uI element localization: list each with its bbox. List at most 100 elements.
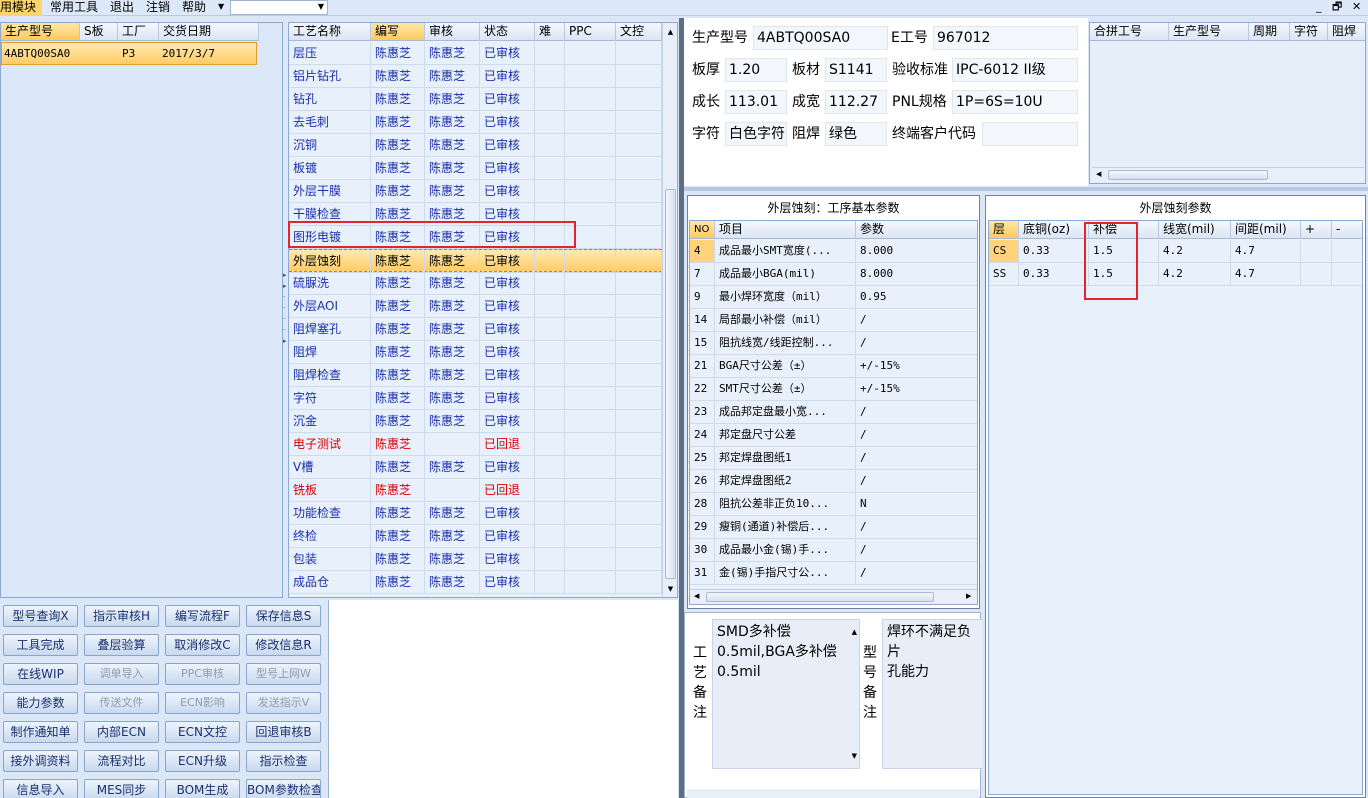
col-item[interactable]: 项目 (715, 221, 856, 239)
table-row[interactable]: 31 金(锡)手指尺寸公... / (690, 562, 977, 585)
col-minus[interactable]: - (1332, 221, 1362, 239)
scrollbar-thumb[interactable] (1108, 170, 1268, 180)
table-row[interactable]: 硫脲洗 陈惠芝 陈惠芝 已审核 (289, 272, 662, 295)
table-row[interactable]: 23 成品邦定盘最小宽... / (690, 401, 977, 424)
instruction-check-button[interactable]: 指示检查 (246, 750, 321, 772)
col-spacing[interactable]: 间距(mil) (1231, 221, 1301, 239)
table-row[interactable]: 22 SMT尺寸公差（±） +/-15% (690, 378, 977, 401)
stack-verify-button[interactable]: 叠层验算 (84, 634, 159, 656)
table-row[interactable]: 钻孔 陈惠芝 陈惠芝 已审核 (289, 88, 662, 111)
save-info-button[interactable]: 保存信息S (246, 605, 321, 627)
table-row[interactable]: 字符 陈惠芝 陈惠芝 已审核 (289, 387, 662, 410)
toolbar-combo[interactable]: ▼ (230, 0, 328, 15)
col-model[interactable]: 生产型号 (1, 23, 80, 41)
table-row[interactable]: 4ABTQ00SA0 P3 2017/3/7 (1, 42, 257, 65)
table-row[interactable]: 26 邦定焊盘图纸2/ (690, 470, 977, 493)
field-pnl[interactable]: 1P=6S=10U (952, 90, 1078, 114)
scroll-down-icon[interactable]: ▼ (852, 746, 857, 766)
table-row[interactable]: 沉铜 陈惠芝 陈惠芝 已审核 (289, 134, 662, 157)
table-row[interactable]: 阻焊塞孔 陈惠芝 陈惠芝 已审核 (289, 318, 662, 341)
table-row[interactable]: 外层AOI 陈惠芝 陈惠芝 已审核 (289, 295, 662, 318)
table-row[interactable]: 成品仓 陈惠芝 陈惠芝 已审核 (289, 571, 662, 594)
model-memo-textarea[interactable]: 焊环不满足负片 孔能力 (882, 619, 982, 769)
field-material[interactable]: S1141 (825, 58, 887, 82)
table-row[interactable]: 层压 陈惠芝 陈惠芝 已审核 (289, 42, 662, 65)
table-row[interactable]: 终检 陈惠芝 陈惠芝 已审核 (289, 525, 662, 548)
col-delivery-date[interactable]: 交货日期 (159, 23, 259, 41)
combine-grid-hscroll[interactable]: ◀ (1092, 167, 1364, 182)
field-ework[interactable]: 967012 (933, 26, 1078, 50)
info-import-button[interactable]: 信息导入 (3, 779, 78, 798)
import-order-button[interactable]: 调单导入 (84, 663, 159, 685)
table-row[interactable]: 24 邦定盘尺寸公差 / (690, 424, 977, 447)
field-acceptance[interactable]: IPC-6012 II级 (952, 58, 1078, 82)
table-row[interactable]: 沉金 陈惠芝 陈惠芝 已审核 (289, 410, 662, 433)
col-model[interactable]: 生产型号 (1169, 23, 1249, 41)
write-process-button[interactable]: 编写流程F (165, 605, 240, 627)
process-grid-scrollbar[interactable]: ▲ ▼ (662, 23, 677, 597)
send-instruction-button[interactable]: 发送指示V (246, 692, 321, 714)
col-process-name[interactable]: 工艺名称 (289, 23, 371, 41)
params-grid-hscroll[interactable]: ◀ ▶ (690, 589, 977, 604)
send-file-button[interactable]: 传送文件 (84, 692, 159, 714)
scroll-left-icon[interactable]: ◀ (694, 592, 699, 600)
scroll-up-icon[interactable]: ▲ (663, 25, 677, 39)
table-row[interactable]: 14 局部最小补偿（mil） / (690, 309, 977, 332)
col-difficulty[interactable]: 难 (535, 23, 565, 41)
col-factory[interactable]: 工厂 (118, 23, 159, 41)
minimize-icon[interactable]: _ (1316, 0, 1322, 14)
col-ppc[interactable]: PPC (565, 23, 616, 41)
restore-icon[interactable]: 🗗 (1332, 0, 1342, 14)
col-doc-control[interactable]: 文控 (616, 23, 662, 41)
model-query-button[interactable]: 型号查询X (3, 605, 78, 627)
ecn-doc-control-button[interactable]: ECN文控 (165, 721, 240, 743)
make-notice-button[interactable]: 制作通知单 (3, 721, 78, 743)
scroll-up-icon[interactable]: ▲ (852, 622, 857, 642)
instruction-review-button[interactable]: 指示审核H (84, 605, 159, 627)
chevron-down-icon[interactable]: ▼ (318, 2, 324, 11)
internal-ecn-button[interactable]: 内部ECN (84, 721, 159, 743)
table-row[interactable]: 7 成品最小BGA(mil) 8.000 (690, 263, 977, 286)
cancel-edit-button[interactable]: 取消修改C (165, 634, 240, 656)
table-row[interactable]: 电子测试 陈惠芝 已回退 (289, 433, 662, 456)
scrollbar-thumb[interactable] (665, 189, 676, 579)
table-row[interactable]: 9 最小焊环宽度（mil） 0.95 (690, 286, 977, 309)
col-character[interactable]: 字符 (1290, 23, 1328, 41)
col-no[interactable]: NO (690, 221, 715, 239)
field-solder-mask[interactable]: 绿色 (825, 122, 887, 146)
table-row[interactable]: 外层蚀刻 陈惠芝 陈惠芝 已审核 (289, 249, 662, 273)
tool-complete-button[interactable]: 工具完成 (3, 634, 78, 656)
menu-modules[interactable]: 用模块 (0, 0, 42, 16)
horizontal-splitter[interactable] (684, 187, 1368, 191)
ecn-upgrade-button[interactable]: ECN升级 (165, 750, 240, 772)
table-row[interactable]: 铣板 陈惠芝 已回退 (289, 479, 662, 502)
table-row[interactable]: 30 成品最小金(锡)手... / (690, 539, 977, 562)
table-row[interactable]: 功能检查 陈惠芝 陈惠芝 已审核 (289, 502, 662, 525)
close-icon[interactable]: ✕ (1352, 0, 1361, 14)
table-row[interactable]: 板镀 陈惠芝 陈惠芝 已审核 (289, 157, 662, 180)
table-row[interactable]: 阻焊 陈惠芝 陈惠芝 已审核 (289, 341, 662, 364)
menu-logout[interactable]: 注销 (146, 0, 170, 16)
col-reviewer[interactable]: 审核 (425, 23, 480, 41)
col-base-copper[interactable]: 底铜(oz) (1019, 221, 1089, 239)
table-row[interactable]: V槽 陈惠芝 陈惠芝 已审核 (289, 456, 662, 479)
table-row[interactable]: 25 邦定焊盘图纸1/ (690, 447, 977, 470)
external-data-button[interactable]: 接外调资料 (3, 750, 78, 772)
table-row[interactable]: 包装 陈惠芝 陈惠芝 已审核 (289, 548, 662, 571)
table-row[interactable]: 铝片钻孔 陈惠芝 陈惠芝 已审核 (289, 65, 662, 88)
bom-generate-button[interactable]: BOM生成 (165, 779, 240, 798)
table-row[interactable]: 15 阻抗线宽/线距控制... / (690, 332, 977, 355)
table-row[interactable]: SS 0.33 1.5 4.2 4.7 (989, 263, 1362, 286)
table-row[interactable]: 阻焊检查 陈惠芝 陈惠芝 已审核 (289, 364, 662, 387)
bom-param-check-button[interactable]: BOM参数检查 (246, 779, 321, 798)
menu-exit[interactable]: 退出 (110, 0, 134, 16)
model-publish-button[interactable]: 型号上网W (246, 663, 321, 685)
table-row[interactable]: 去毛刺 陈惠芝 陈惠芝 已审核 (289, 111, 662, 134)
chevron-down-icon[interactable]: ▼ (218, 2, 224, 11)
capability-params-button[interactable]: 能力参数 (3, 692, 78, 714)
menu-common-tools[interactable]: 常用工具 (50, 0, 98, 16)
col-s-board[interactable]: S板 (80, 23, 118, 41)
process-memo-textarea[interactable]: SMD多补偿 0.5mil,BGA多补偿 0.5mil ▲ ▼ (712, 619, 860, 769)
table-row[interactable]: 28 阻抗公差非正负10... N (690, 493, 977, 516)
process-compare-button[interactable]: 流程对比 (84, 750, 159, 772)
